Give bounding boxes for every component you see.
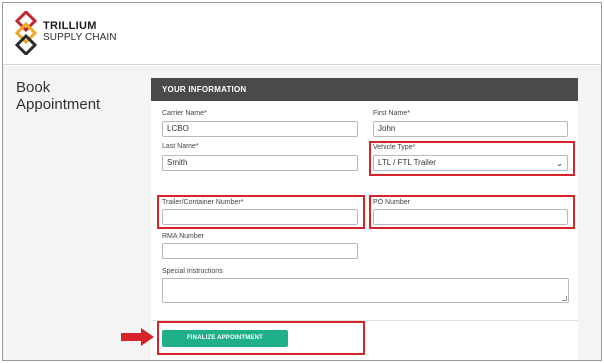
trillium-logo-icon xyxy=(14,11,38,55)
first-name-input[interactable]: John xyxy=(373,121,568,137)
carrier-name-input[interactable]: LCBO xyxy=(162,121,358,137)
section-header: YOUR INFORMATION xyxy=(151,78,578,101)
special-instructions-label: Special Instructions xyxy=(162,268,223,275)
site-header: TRILLIUM SUPPLY CHAIN xyxy=(3,3,601,65)
special-instructions-textarea[interactable] xyxy=(162,278,569,303)
brand-name: TRILLIUM xyxy=(43,20,97,32)
po-number-highlight xyxy=(369,195,575,229)
rma-number-label: RMA Number xyxy=(162,233,205,240)
resize-handle-icon[interactable] xyxy=(562,296,567,301)
brand-tagline: SUPPLY CHAIN xyxy=(43,32,117,43)
page-title: Book Appointment xyxy=(16,79,101,113)
carrier-name-label: Carrier Name* xyxy=(162,110,207,117)
last-name-label: Last Name* xyxy=(162,143,199,150)
rma-number-input[interactable] xyxy=(162,243,358,259)
finalize-button-highlight xyxy=(157,321,365,355)
trailer-number-highlight xyxy=(157,195,365,229)
last-name-input[interactable]: Smith xyxy=(162,155,358,171)
arrow-right-icon xyxy=(121,328,154,346)
first-name-label: First Name* xyxy=(373,110,410,117)
vehicle-type-highlight xyxy=(369,141,575,176)
screenshot-frame: TRILLIUM SUPPLY CHAIN Book Appointment Y… xyxy=(2,2,602,361)
